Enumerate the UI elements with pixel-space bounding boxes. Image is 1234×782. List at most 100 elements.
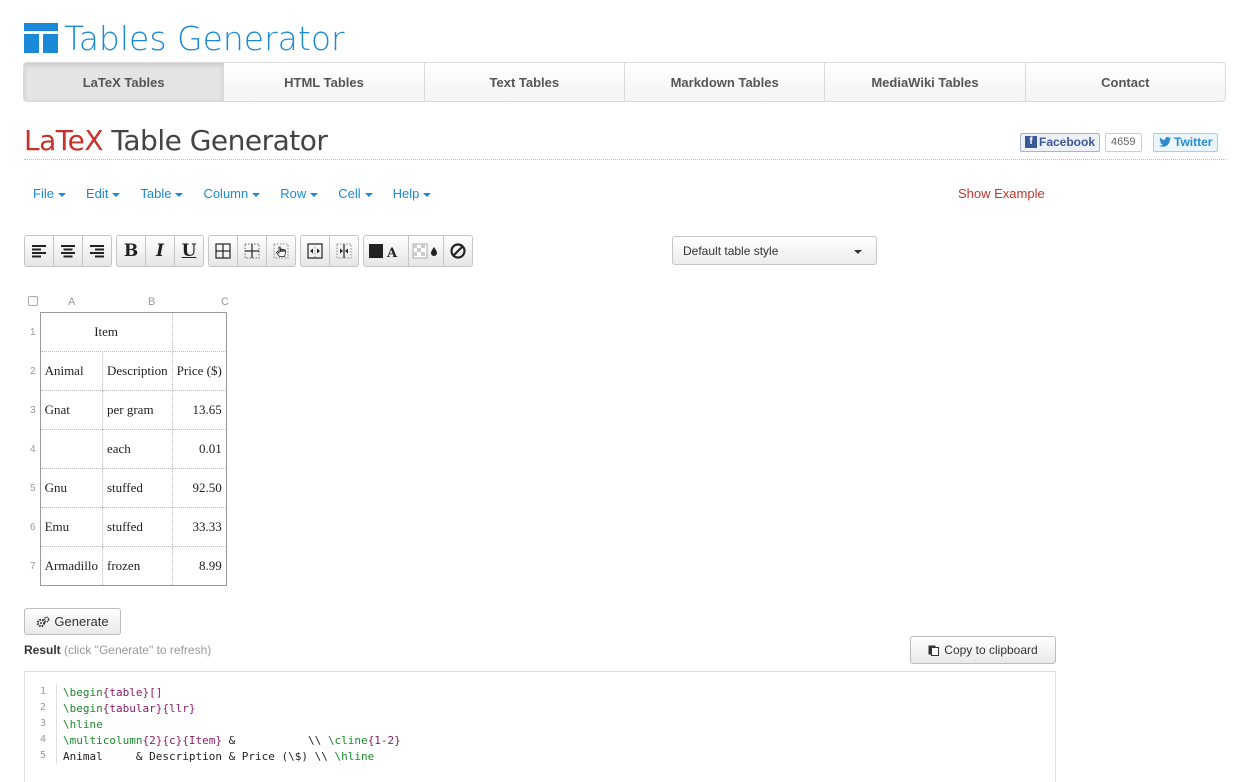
- caret-down-icon: [854, 250, 862, 254]
- twitter-bird-icon: [1159, 137, 1171, 147]
- code-line: 1 \begin{table}[]: [25, 684, 1055, 700]
- cell-a7[interactable]: Armadillo: [39, 546, 104, 586]
- generate-button[interactable]: Generate: [24, 608, 121, 635]
- cell-c4[interactable]: 0.01: [171, 429, 227, 469]
- cell-c5[interactable]: 92.50: [171, 468, 227, 508]
- align-center-button[interactable]: [53, 235, 83, 267]
- latex-code-output[interactable]: 1 \begin{table}[] 2 \begin{tabular}{llr} 3 \h…: [24, 671, 1056, 782]
- result-label: Result (click "Generate" to refresh): [24, 643, 212, 657]
- cell-c1[interactable]: [171, 312, 227, 352]
- menu-edit[interactable]: Edit: [86, 186, 121, 201]
- code-line: 5 Animal & Description & Price (\$) \\ \h…: [25, 748, 1055, 764]
- table-row: 1 Item: [24, 312, 227, 352]
- cell-b6[interactable]: stuffed: [102, 507, 173, 547]
- cell-a1[interactable]: Item: [39, 312, 173, 352]
- code-token: & \\: [221, 733, 328, 747]
- text-color-button[interactable]: A: [363, 235, 409, 267]
- code-text: \begin{tabular}{llr}: [57, 702, 195, 715]
- facebook-button[interactable]: f Facebook: [1020, 132, 1101, 152]
- code-token: {tabular}{llr}: [102, 701, 196, 715]
- caret-down-icon: [175, 192, 184, 197]
- nav-mediawiki-tables[interactable]: MediaWiki Tables: [824, 63, 1024, 101]
- col-header-b[interactable]: B: [148, 296, 155, 308]
- col-header-a[interactable]: A: [68, 296, 75, 308]
- table-row: 5 Gnu stuffed 92.50: [24, 468, 227, 508]
- menu-cell[interactable]: Cell: [338, 186, 373, 201]
- clear-format-button[interactable]: [443, 235, 473, 267]
- align-right-button[interactable]: [82, 235, 112, 267]
- table-style-select[interactable]: Default table style: [672, 236, 877, 265]
- background-color-button[interactable]: [408, 235, 444, 267]
- nav-text-tables[interactable]: Text Tables: [423, 63, 624, 101]
- menu-file[interactable]: File: [33, 186, 66, 201]
- cell-b7[interactable]: frozen: [102, 546, 173, 586]
- col-header-c[interactable]: C: [221, 296, 229, 308]
- row-number[interactable]: 5: [24, 469, 40, 508]
- split-cells-button[interactable]: [329, 235, 359, 267]
- clipboard-icon: [928, 645, 940, 656]
- cell-a3[interactable]: Gnat: [39, 390, 104, 430]
- align-center-icon: [61, 245, 75, 258]
- nav-html-tables[interactable]: HTML Tables: [223, 63, 423, 101]
- menu-bar: File Edit Table Column Row Cell Help: [33, 186, 451, 201]
- borders-inner-button[interactable]: [237, 235, 267, 267]
- split-cells-icon: [336, 243, 352, 259]
- row-number[interactable]: 6: [24, 508, 40, 547]
- cell-c2[interactable]: Price ($): [171, 351, 227, 391]
- table-row: 6 Emu stuffed 33.33: [24, 507, 227, 547]
- caret-down-icon: [57, 192, 66, 197]
- bold-icon: B: [123, 241, 139, 261]
- show-example-link[interactable]: Show Example: [958, 186, 1045, 201]
- italic-button[interactable]: I: [145, 235, 175, 267]
- page-title-rest: Table Generator: [103, 124, 328, 157]
- align-right-icon: [90, 245, 104, 258]
- cell-a6[interactable]: Emu: [39, 507, 104, 547]
- menu-help[interactable]: Help: [393, 186, 432, 201]
- row-number[interactable]: 2: [24, 352, 40, 391]
- bold-button[interactable]: B: [116, 235, 146, 267]
- brand-logo[interactable]: Tables Generator: [24, 18, 345, 58]
- select-all-checkbox[interactable]: [28, 296, 38, 306]
- cell-b3[interactable]: per gram: [102, 390, 173, 430]
- borders-all-button[interactable]: [208, 235, 238, 267]
- cell-b2[interactable]: Description: [102, 351, 173, 391]
- code-token: \hline: [334, 749, 375, 763]
- data-grid: 1 Item 2 Animal Description Price ($) 3 …: [24, 312, 227, 586]
- table-row: 2 Animal Description Price ($): [24, 351, 227, 391]
- underline-button[interactable]: U: [174, 235, 204, 267]
- menu-row[interactable]: Row: [280, 186, 319, 201]
- facebook-share: f Facebook 4659: [1020, 132, 1142, 152]
- menu-table[interactable]: Table: [140, 186, 184, 201]
- borders-edit-button[interactable]: [266, 235, 296, 267]
- cell-b5[interactable]: stuffed: [102, 468, 173, 508]
- menu-column[interactable]: Column: [203, 186, 261, 201]
- row-number[interactable]: 7: [24, 547, 40, 586]
- table-row: 3 Gnat per gram 13.65: [24, 390, 227, 430]
- facebook-label: Facebook: [1039, 135, 1096, 149]
- code-line: 4 \multicolumn{2}{c}{Item} & \\ \cline{1-…: [25, 732, 1055, 748]
- facebook-icon: f: [1025, 136, 1037, 148]
- table-logo-icon: [24, 23, 58, 53]
- cell-a5[interactable]: Gnu: [39, 468, 104, 508]
- twitter-button[interactable]: Twitter: [1153, 132, 1219, 152]
- copy-to-clipboard-button[interactable]: Copy to clipboard: [910, 636, 1056, 664]
- code-token: Animal & Description & Price (\$) \\: [63, 749, 335, 763]
- borders-inner-icon: [244, 243, 260, 259]
- align-left-button[interactable]: [24, 235, 54, 267]
- merge-cells-button[interactable]: [300, 235, 330, 267]
- row-number[interactable]: 4: [24, 430, 40, 469]
- row-number[interactable]: 3: [24, 391, 40, 430]
- code-text: \hline: [57, 718, 103, 731]
- row-number[interactable]: 1: [24, 313, 40, 352]
- nav-contact[interactable]: Contact: [1024, 63, 1225, 101]
- generate-label: Generate: [54, 614, 109, 629]
- nav-markdown-tables[interactable]: Markdown Tables: [623, 63, 824, 101]
- cell-b4[interactable]: each: [102, 429, 173, 469]
- code-line: 2 \begin{tabular}{llr}: [25, 700, 1055, 716]
- cell-c6[interactable]: 33.33: [171, 507, 227, 547]
- cell-c7[interactable]: 8.99: [171, 546, 227, 586]
- cell-a2[interactable]: Animal: [39, 351, 104, 391]
- nav-latex-tables[interactable]: LaTeX Tables: [24, 63, 224, 101]
- cell-c3[interactable]: 13.65: [171, 390, 227, 430]
- cell-a4[interactable]: [39, 429, 104, 469]
